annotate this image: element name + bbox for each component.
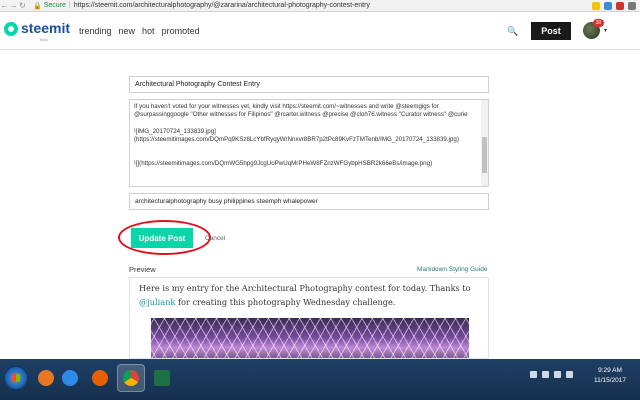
site-header: steemit beta trending new hot promoted 🔍… (0, 12, 640, 50)
internet-explorer-icon[interactable] (56, 364, 84, 392)
system-tray (530, 371, 573, 378)
excel-icon[interactable] (148, 364, 176, 392)
post-button[interactable]: Post (531, 22, 571, 40)
tray-up-icon[interactable] (530, 371, 537, 378)
main-nav: trending new hot promoted (79, 26, 200, 36)
notification-badge: 30 (593, 19, 604, 27)
taskbar: 9:29 AM 11/15/2017 (0, 359, 640, 400)
nav-hot[interactable]: hot (142, 26, 155, 36)
preview-panel: Here is my entry for the Architectural P… (129, 277, 489, 359)
chevron-down-icon[interactable]: ▾ (604, 27, 607, 34)
extension-icon[interactable] (616, 1, 624, 10)
preview-text-end: for creating this photography Wednesday … (175, 297, 396, 307)
firefox-icon[interactable] (86, 364, 114, 392)
start-button[interactable] (4, 366, 28, 390)
post-title-input[interactable]: Architectural Photography Contest Entry (129, 76, 489, 93)
post-body-textarea[interactable]: If you haven't voted for your witnesses … (129, 99, 489, 187)
markdown-guide-link[interactable]: Markdown Styling Guide (417, 266, 487, 273)
update-post-button[interactable]: Update Post (131, 228, 193, 248)
chrome-icon[interactable] (117, 364, 145, 392)
preview-text-start: Here is my entry for the Architectural P… (139, 283, 471, 293)
cancel-link[interactable]: Cancel (205, 235, 225, 242)
network-icon[interactable] (542, 371, 549, 378)
url-divider: | (68, 2, 71, 9)
screen: ← → ↻ 🔒 Secure | https://steemit.com/arc… (0, 0, 640, 400)
back-icon[interactable]: ← (0, 1, 9, 10)
reload-icon[interactable]: ↻ (18, 1, 27, 10)
preview-photo (151, 318, 469, 358)
clock-time: 9:29 AM (598, 367, 622, 374)
skype-extension-icon[interactable] (604, 1, 612, 10)
secure-label: Secure (43, 2, 66, 9)
clock-date: 11/15/2017 (593, 377, 627, 384)
mention-link[interactable]: @juliank (139, 297, 175, 307)
tags-input[interactable]: architecturalphotography busy philippine… (129, 193, 489, 210)
flag-icon[interactable] (566, 371, 573, 378)
preview-paragraph: Here is my entry for the Architectural P… (139, 281, 479, 309)
browser-address-bar: ← → ↻ 🔒 Secure | https://steemit.com/arc… (0, 0, 640, 12)
nav-new[interactable]: new (119, 26, 136, 36)
extension-icons (592, 1, 636, 10)
body-scrollbar-thumb[interactable] (482, 137, 487, 173)
url-field[interactable]: https://steemit.com/architecturalphotogr… (74, 2, 370, 9)
clock[interactable]: 9:29 AM 11/15/2017 (588, 366, 632, 386)
search-icon[interactable]: 🔍 (507, 26, 518, 37)
volume-icon[interactable] (554, 371, 561, 378)
menu-icon[interactable] (628, 1, 636, 10)
lock-icon: 🔒 (33, 2, 42, 10)
nav-trending[interactable]: trending (79, 26, 112, 36)
preview-label: Preview (129, 265, 156, 274)
steemit-logo-icon[interactable] (4, 22, 18, 36)
logo-beta-badge: beta (40, 37, 48, 42)
logo-text[interactable]: steemit (21, 20, 70, 36)
forward-icon[interactable]: → (9, 1, 18, 10)
star-icon[interactable] (592, 1, 600, 10)
nav-promoted[interactable]: promoted (162, 26, 200, 36)
